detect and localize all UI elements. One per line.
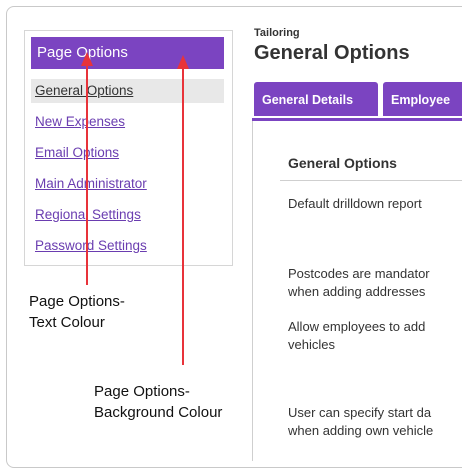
sidebar-item-password-settings[interactable]: Password Settings	[31, 234, 224, 258]
setting-label-vehicles-line2: vehicles	[288, 337, 335, 352]
sidebar-item-email-options[interactable]: Email Options	[31, 141, 224, 165]
sidebar-item-main-administrator[interactable]: Main Administrator	[31, 172, 224, 196]
setting-label-start-date: User can specify start da	[288, 405, 432, 420]
tab-general-details[interactable]: General Details	[254, 82, 378, 116]
section-heading: General Options	[288, 155, 397, 171]
tab-employee[interactable]: Employee	[383, 82, 462, 116]
callout-text-colour-line1: Page Options-	[29, 293, 125, 310]
section-divider	[280, 180, 462, 181]
page-options-header: Page Options	[31, 37, 224, 69]
setting-label-postcodes: Postcodes are mandator	[288, 266, 430, 281]
callout-background-colour-line1: Page Options-	[94, 383, 190, 400]
setting-label-start-date-line2: when adding own vehicle	[288, 423, 434, 438]
setting-label-postcodes-line2: when adding addresses	[288, 284, 426, 299]
sidebar-item-regional-settings[interactable]: Regional Settings	[31, 203, 224, 227]
page-options-panel: Page Options General Options New Expense…	[24, 30, 233, 266]
sidebar-item-general-options[interactable]: General Options	[31, 79, 224, 103]
sidebar-item-new-expenses[interactable]: New Expenses	[31, 110, 224, 134]
setting-label-vehicles: Allow employees to add	[288, 319, 426, 334]
callout-text-colour-line2: Text Colour	[29, 314, 105, 331]
callout-background-colour-line2: Background Colour	[94, 404, 223, 421]
setting-label-drilldown: Default drilldown report	[288, 196, 422, 211]
breadcrumb: Tailoring	[254, 27, 300, 39]
page-title: General Options	[254, 42, 410, 64]
